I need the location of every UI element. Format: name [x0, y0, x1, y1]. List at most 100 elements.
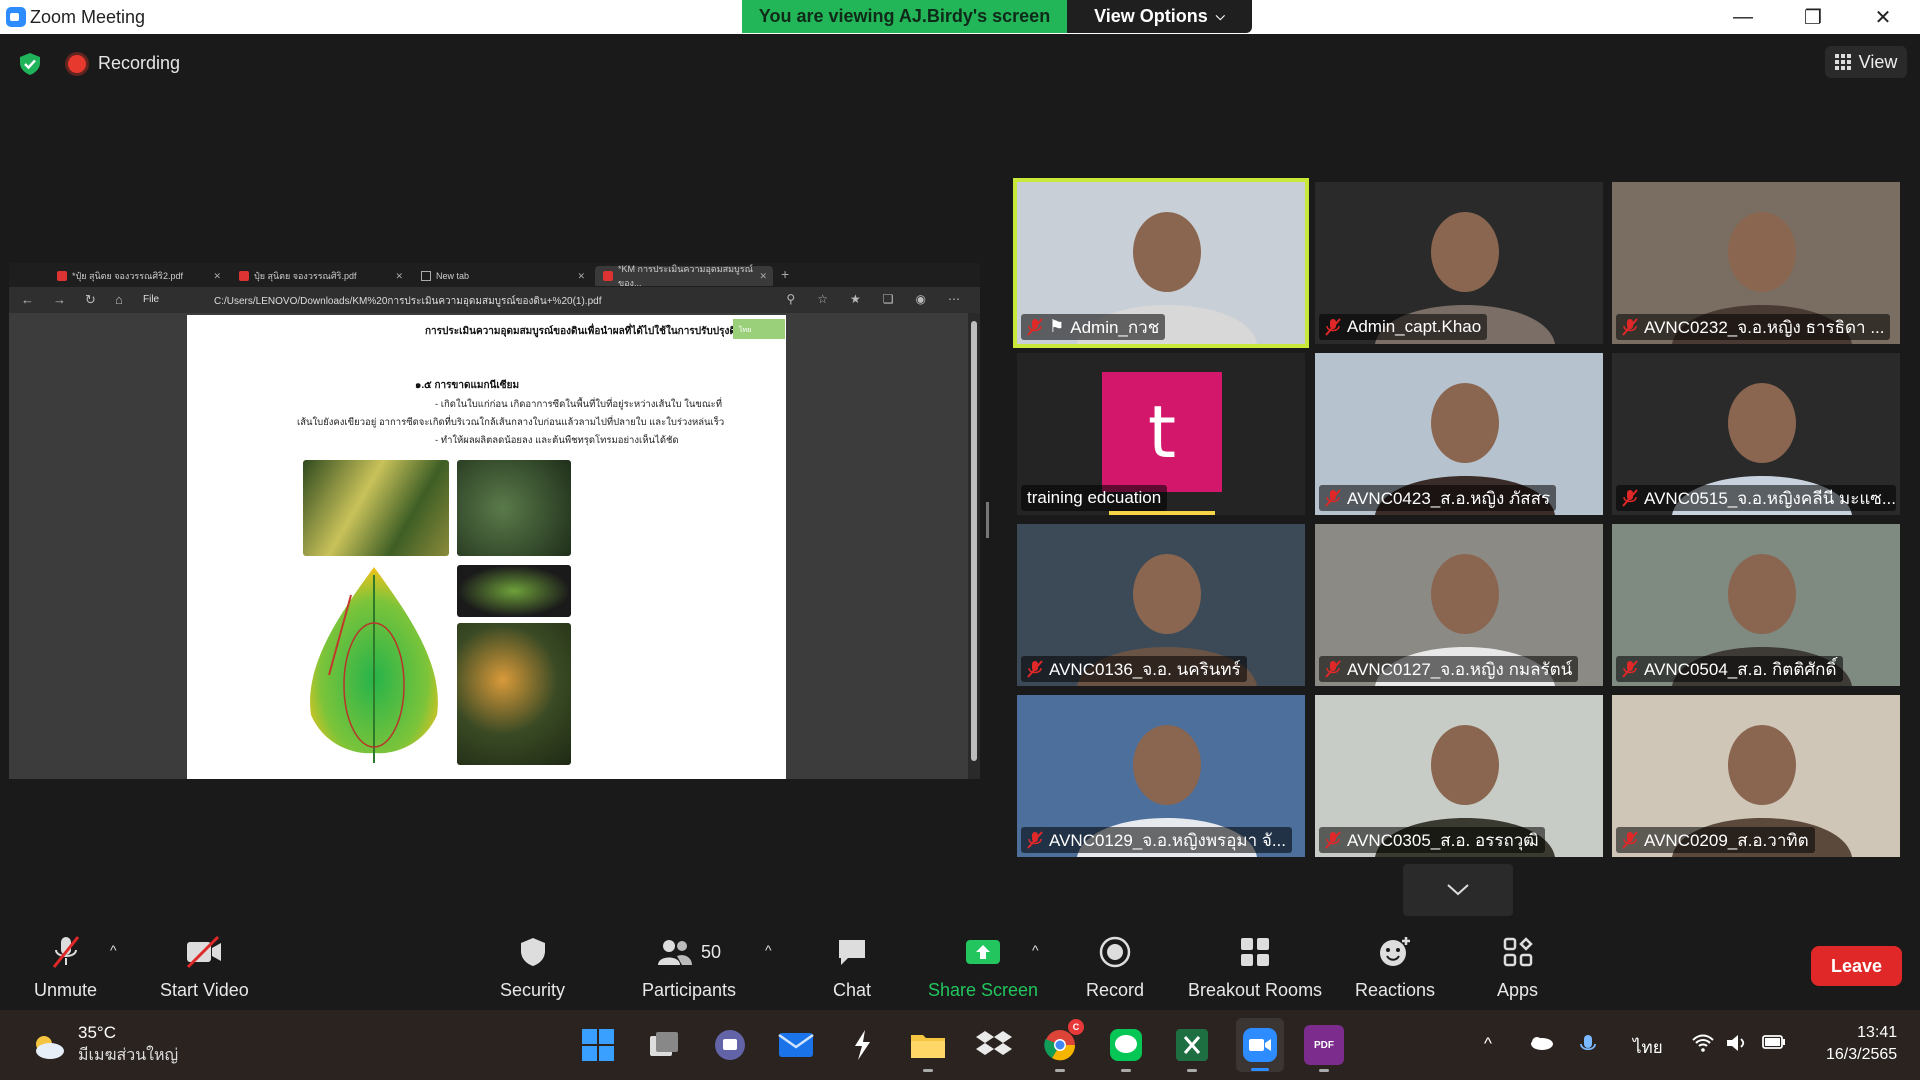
excel-icon[interactable] [1172, 1025, 1212, 1072]
leaf-photo [457, 460, 571, 556]
tab-label: New tab [436, 271, 470, 281]
dropbox-icon[interactable] [974, 1025, 1014, 1065]
participant-tile[interactable]: t training edcuation [1017, 353, 1305, 515]
participant-tile[interactable]: AVNC0209_ส.อ.วาทิต [1612, 695, 1900, 857]
collections-icon[interactable]: ❏ [883, 292, 894, 306]
chat-button[interactable]: Chat [832, 934, 872, 1001]
more-icon[interactable]: ⋯ [948, 292, 960, 306]
input-language[interactable]: ไทย [1633, 1034, 1663, 1061]
close-button[interactable]: ✕ [1850, 0, 1916, 34]
record-button[interactable]: Record [1086, 934, 1144, 1001]
file-explorer-icon[interactable] [908, 1025, 948, 1072]
participant-tile[interactable]: AVNC0423_ส.อ.หญิง ภัสสร [1315, 353, 1603, 515]
microphone-icon[interactable] [1580, 1034, 1596, 1061]
participant-name-tag: training edcuation [1021, 485, 1168, 511]
home-icon[interactable]: ⌂ [115, 292, 123, 307]
browser-tab[interactable]: New tab ✕ [413, 266, 591, 286]
participant-tile[interactable]: AVNC0129_จ.อ.หญิงพรอุมา จั... [1017, 695, 1305, 857]
pdf-app-icon[interactable]: PDF [1304, 1025, 1344, 1072]
reactions-button[interactable]: Reactions [1355, 934, 1435, 1001]
restore-button[interactable]: ❐ [1780, 0, 1846, 34]
microphone-muted-icon [1027, 318, 1043, 336]
pdf-scrollbar[interactable] [968, 313, 980, 779]
apps-button[interactable]: Apps [1497, 934, 1538, 1001]
shared-screen[interactable]: *ปุ๋ย สุนิตย จองวรรณศิริ2.pdf ✕ ปุ๋ย สุน… [9, 263, 980, 779]
chevron-down-icon: ⌵ [1215, 9, 1225, 23]
mail-icon[interactable] [776, 1025, 816, 1065]
participant-tile[interactable]: AVNC0515_จ.อ.หญิงคลีนี มะแซ... [1612, 353, 1900, 515]
back-icon[interactable]: ← [21, 292, 34, 307]
participant-tile[interactable]: AVNC0232_จ.อ.หญิง ธารธิดา ... [1612, 182, 1900, 344]
clock-time: 13:41 [1857, 1024, 1898, 1041]
unmute-button[interactable]: Unmute [34, 934, 97, 1001]
participant-tile[interactable]: AVNC0305_ส.อ. อรรถวุฒิ [1315, 695, 1603, 857]
task-view-icon[interactable] [644, 1025, 684, 1065]
speaking-indicator [1109, 511, 1215, 515]
participants-label: Participants [642, 980, 737, 1000]
share-screen-button[interactable]: Share Screen [928, 934, 1038, 1001]
teams-chat-icon[interactable] [710, 1025, 750, 1065]
weather-widget[interactable]: 35°C มีเมฆส่วนใหญ่ [30, 1023, 178, 1068]
participant-tile[interactable]: AVNC0127_จ.อ.หญิง กมลรัตน์ [1315, 524, 1603, 686]
encryption-shield-icon[interactable] [18, 52, 42, 76]
close-tab-icon[interactable]: ✕ [759, 271, 767, 282]
tab-label: ปุ๋ย สุนิตย จองวรรณศิริ.pdf [254, 271, 357, 281]
zoom-taskbar-icon[interactable] [1236, 1018, 1284, 1072]
audio-options-caret-icon[interactable]: ^ [110, 942, 117, 958]
security-label: Security [500, 980, 566, 1000]
zoom-icon[interactable]: ⚲ [786, 292, 795, 306]
volume-icon[interactable] [1726, 1034, 1748, 1057]
close-tab-icon[interactable]: ✕ [395, 271, 403, 282]
page-icon [421, 271, 431, 281]
wifi-icon[interactable] [1692, 1034, 1714, 1057]
start-button[interactable] [578, 1025, 618, 1065]
pin-icon: ⚑ [1049, 317, 1065, 336]
line-app-icon[interactable] [1106, 1025, 1146, 1072]
forward-icon[interactable]: → [53, 292, 66, 307]
microphone-muted-icon [52, 936, 79, 968]
pdf-viewer[interactable]: การประเมินความอุดมสมบูรณ์ของดินเพื่อนำผล… [9, 313, 980, 779]
next-page-button[interactable] [1403, 864, 1513, 916]
refresh-icon[interactable]: ↻ [85, 292, 96, 308]
document-line: - ทำให้ผลผลิตลดน้อยลง และต้นพืชทรุดโทรมอ… [435, 435, 679, 446]
new-tab-icon[interactable]: + [781, 266, 789, 282]
close-tab-icon[interactable]: ✕ [577, 271, 585, 282]
view-layout-button[interactable]: View [1825, 46, 1907, 78]
minimize-button[interactable]: — [1710, 0, 1776, 34]
system-clock[interactable]: 13:41 16/3/2565 [1826, 1022, 1897, 1066]
participant-tile[interactable]: Admin_capt.Khao [1315, 182, 1603, 344]
breakout-rooms-button[interactable]: Breakout Rooms [1188, 934, 1322, 1001]
scrollbar-thumb[interactable] [971, 321, 977, 761]
window-title: Zoom Meeting [30, 7, 146, 27]
profile-icon[interactable]: ◉ [916, 292, 926, 306]
participants-button[interactable]: 50 Participants [642, 934, 736, 1001]
view-options-button[interactable]: View Options ⌵ [1067, 0, 1252, 33]
url-text[interactable]: C:/Users/LENOVO/Downloads/KM%20การประเมิ… [214, 294, 601, 309]
participants-options-caret-icon[interactable]: ^ [765, 942, 772, 958]
close-tab-icon[interactable]: ✕ [213, 271, 221, 282]
meeting-toolbar: Unmute ^ Start Video Security 50 Partici… [0, 920, 1920, 1010]
participant-tile[interactable]: AVNC0136_จ.อ. นครินทร์ [1017, 524, 1305, 686]
participant-name: AVNC0209_ส.อ.วาทิต [1644, 830, 1809, 850]
pen-app-icon[interactable] [842, 1025, 882, 1065]
browser-tab-active[interactable]: *KM การประเมินความอุดมสมบูรณ์ของ... ✕ [595, 264, 773, 288]
leave-button[interactable]: Leave [1811, 946, 1902, 986]
participant-tile[interactable]: AVNC0504_ส.อ. กิตติศักดิ์ [1612, 524, 1900, 686]
participant-tile[interactable]: ⚑ Admin_กวช [1013, 178, 1309, 348]
browser-tab[interactable]: ปุ๋ย สุนิตย จองวรรณศิริ.pdf ✕ [231, 266, 409, 286]
onedrive-cloud-icon[interactable] [1528, 1034, 1554, 1055]
chat-icon [839, 940, 865, 965]
clock-date: 16/3/2565 [1826, 1046, 1898, 1063]
show-hidden-icons-icon[interactable]: ^ [1484, 1034, 1492, 1054]
participant-name: Admin_capt.Khao [1347, 317, 1482, 336]
browser-tab[interactable]: *ปุ๋ย สุนิตย จองวรรณศิริ2.pdf ✕ [49, 266, 227, 286]
start-video-button[interactable]: Start Video [160, 934, 249, 1001]
split-resize-handle[interactable] [986, 502, 989, 538]
chrome-icon[interactable]: C [1040, 1019, 1084, 1072]
recording-label[interactable]: Recording [98, 53, 180, 74]
battery-icon[interactable] [1762, 1034, 1786, 1055]
share-options-caret-icon[interactable]: ^ [1032, 942, 1039, 958]
security-button[interactable]: Security [500, 934, 565, 1001]
favorite-icon[interactable]: ☆ [817, 292, 828, 306]
favorites-icon[interactable]: ★ [850, 292, 861, 306]
